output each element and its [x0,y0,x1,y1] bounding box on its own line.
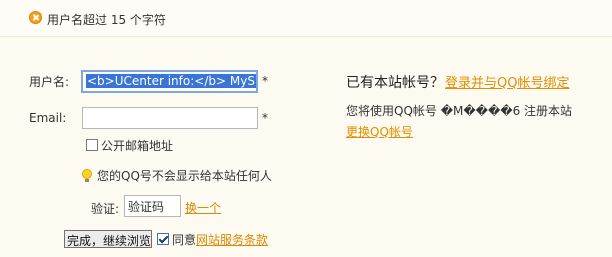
lightbulb-icon [82,169,92,183]
public-email-label: 公开邮箱地址 [101,139,174,153]
qq-privacy-hint: 您的QQ号不会显示给本站任何人 [97,169,272,183]
public-email-checkbox[interactable] [86,139,98,151]
captcha-input[interactable]: 验证码 [124,195,181,217]
agree-checkbox[interactable] [157,233,169,245]
change-qq-link[interactable]: 更换QQ帐号 [346,123,413,140]
login-bind-link[interactable]: 登录并与QQ帐号绑定 [445,72,569,91]
warning-icon [29,11,42,24]
notice-bar: 用户名超过 15 个字符 [0,0,612,37]
qq-register-notice: 您将使用QQ帐号 �M����6 注册本站 [346,104,573,118]
username-selected-text: <b>UCenter info:</b> MyS [86,74,256,88]
captcha-change-link[interactable]: 换一个 [185,199,221,216]
email-label: Email: [29,111,67,125]
username-required-mark: * [262,74,268,88]
username-label: 用户名: [29,75,70,89]
notice-text: 用户名超过 15 个字符 [47,13,166,27]
captcha-label: 验证: [91,202,120,216]
email-input[interactable] [82,107,258,129]
username-input[interactable]: <b>UCenter info:</b> MyS [81,70,258,93]
agree-label: 同意 [172,233,197,247]
submit-button[interactable]: 完成，继续浏览 [64,230,152,248]
email-required-mark: * [262,111,268,125]
existing-account-title: 已有本站帐号？ [346,75,444,91]
terms-link[interactable]: 网站服务条款 [196,231,268,248]
